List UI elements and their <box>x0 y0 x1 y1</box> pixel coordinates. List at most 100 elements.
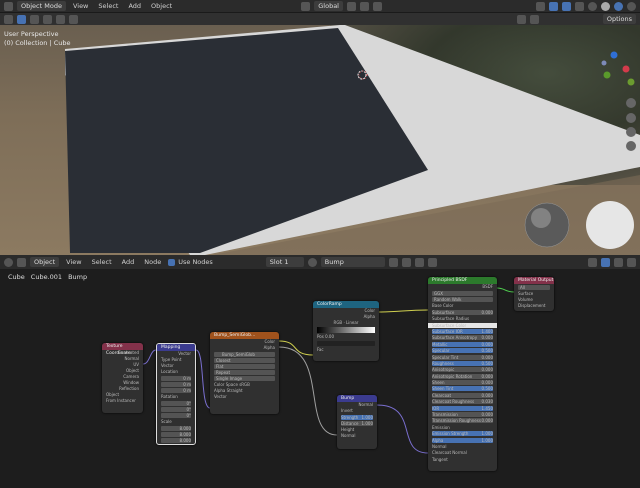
bsdf-input-row[interactable]: Anisotropic 0.000 <box>432 367 493 373</box>
rotation-y-field[interactable]: 0° <box>161 407 191 412</box>
bsdf-input-row[interactable]: IOR 1.450 <box>432 405 493 411</box>
projection-dropdown[interactable]: Flat <box>214 364 275 369</box>
shading-solid-icon[interactable] <box>601 1 610 11</box>
snap-icon[interactable] <box>360 1 369 11</box>
editor-type-icon[interactable] <box>4 1 13 11</box>
camera-view-icon[interactable] <box>626 127 636 137</box>
bsdf-input-row[interactable]: Anisotropic Rotation 0.000 <box>432 373 493 379</box>
perspective-toggle-icon[interactable] <box>626 141 636 151</box>
bsdf-input-row[interactable]: Clearcoat 0.000 <box>432 392 493 398</box>
select-mode-new-icon[interactable] <box>17 14 26 24</box>
node-texture-coordinate[interactable]: Texture Coordinate Generated Normal UV O… <box>102 343 143 413</box>
select-box-icon[interactable] <box>4 14 13 24</box>
bsdf-input-value: 0.000 <box>481 418 493 424</box>
colorramp-mode-row[interactable]: RGB · Linear <box>313 320 379 326</box>
shader-editor[interactable]: Object View Select Add Node Use Nodes Sl… <box>0 255 640 488</box>
toggle-icon[interactable] <box>529 14 539 24</box>
select-mode-extend-icon[interactable] <box>30 14 39 24</box>
bsdf-input-row[interactable]: Normal <box>428 444 497 449</box>
input-socket[interactable]: Normal <box>337 433 377 439</box>
bsdf-input-row[interactable]: Subsurface IOR 1.400 <box>432 328 493 334</box>
bsdf-input-row[interactable]: Subsurface 0.000 <box>432 309 493 315</box>
shading-rendered-icon[interactable] <box>627 1 636 11</box>
mapping-type-dropdown[interactable]: Point <box>171 357 181 362</box>
overlay-icon[interactable] <box>562 1 571 11</box>
bsdf-input-row[interactable]: Clearcoat Normal <box>428 450 497 455</box>
scale-x-field[interactable]: 8.000 <box>161 426 191 431</box>
bsdf-input-row[interactable]: Transmission Roughness 0.000 <box>432 418 493 424</box>
node-mapping[interactable]: Mapping Vector Type Point Vector Locatio… <box>156 343 196 445</box>
node-principled-bsdf[interactable]: Principled BSDF BSDF GGX Random Walk Bas… <box>428 277 497 471</box>
bsdf-input-row[interactable]: Metallic 0.000 <box>432 341 493 347</box>
location-x-field[interactable]: 0 m <box>161 376 191 381</box>
options-dropdown[interactable]: Options <box>602 14 636 24</box>
colorramp-pos-row[interactable]: Pos 0.00 <box>313 334 379 340</box>
pan-icon[interactable] <box>626 113 636 123</box>
transform-orientation-icon[interactable] <box>301 1 311 11</box>
input-socket[interactable]: Fac <box>313 347 379 353</box>
output-target-dropdown[interactable]: All <box>518 285 550 290</box>
node-material-output[interactable]: Material Output All Surface Volume Displ… <box>514 277 554 311</box>
bsdf-input-row[interactable]: Specular 0.500 <box>432 348 493 354</box>
extension-dropdown[interactable]: Repeat <box>214 370 275 375</box>
location-z-field[interactable]: 0 m <box>161 388 191 393</box>
zoom-icon[interactable] <box>626 98 636 108</box>
rotation-z-field[interactable]: 0° <box>161 413 191 418</box>
input-socket[interactable]: Vector <box>210 394 279 400</box>
node-image-texture[interactable]: Bump_SemiGlob... Color Alpha Bump_SemiGl… <box>210 332 279 414</box>
invert-checkbox[interactable]: Invert <box>337 408 377 414</box>
mode-dropdown[interactable]: Object Mode <box>17 1 66 11</box>
select-mode-invert-icon[interactable] <box>56 14 65 24</box>
bsdf-input-row[interactable]: Emission <box>428 425 497 430</box>
shading-wireframe-icon[interactable] <box>588 1 597 11</box>
bsdf-input-row[interactable]: Roughness 0.500 <box>432 360 493 366</box>
xray-icon[interactable] <box>575 1 584 11</box>
input-socket[interactable]: Displacement <box>514 303 554 309</box>
gizmo-icon[interactable] <box>549 1 558 11</box>
distribution-dropdown[interactable]: GGX <box>432 291 493 296</box>
colorramp-color-swatch[interactable] <box>317 341 375 346</box>
rotation-x-field[interactable]: 0° <box>161 401 191 406</box>
distance-field[interactable]: Distance 1.000 <box>341 421 373 426</box>
output-socket[interactable]: BSDF <box>428 284 497 290</box>
bsdf-input-label: Subsurface Color <box>432 322 467 328</box>
bsdf-input-row[interactable]: Base Color <box>428 303 497 308</box>
pivot-icon[interactable] <box>347 1 356 11</box>
menu-object[interactable]: Object <box>146 2 177 10</box>
bsdf-input-row[interactable]: Alpha 1.000 <box>432 437 493 443</box>
node-bump[interactable]: Bump Normal Invert Strength 1.000 Distanc… <box>337 395 377 449</box>
bsdf-input-row[interactable]: Subsurface Color <box>428 322 497 328</box>
scale-z-field[interactable]: 8.000 <box>161 438 191 443</box>
scale-y-field[interactable]: 8.000 <box>161 432 191 437</box>
3d-viewport[interactable]: User Perspective (0) Collection | Cube <box>0 25 640 255</box>
source-dropdown[interactable]: Single Image <box>214 376 275 381</box>
select-mode-subtract-icon[interactable] <box>43 14 52 24</box>
subsurface-method-dropdown[interactable]: Random Walk <box>432 297 493 302</box>
shading-material-icon[interactable] <box>614 1 623 11</box>
menu-add[interactable]: Add <box>123 2 146 10</box>
location-y-field[interactable]: 0 m <box>161 382 191 387</box>
from-instancer-checkbox[interactable]: From Instancer <box>102 398 143 404</box>
interpolation-dropdown[interactable]: Closest <box>214 358 275 363</box>
bsdf-input-row[interactable]: Subsurface Anisotropy 0.000 <box>432 335 493 341</box>
proportional-edit-icon[interactable] <box>373 1 382 11</box>
bsdf-input-row[interactable]: Sheen Tint 0.500 <box>432 386 493 392</box>
menu-select[interactable]: Select <box>93 2 123 10</box>
select-mode-intersect-icon[interactable] <box>69 14 78 24</box>
transform-orientation-dropdown[interactable]: Global <box>314 1 343 11</box>
bsdf-input-row[interactable]: Sheen 0.000 <box>432 380 493 386</box>
bsdf-input-row[interactable]: Emission Strength 1.000 <box>432 431 493 437</box>
image-file-field[interactable]: Bump_SemiGlob <box>214 352 275 357</box>
visibility-icon[interactable] <box>536 1 545 11</box>
menu-view[interactable]: View <box>68 2 93 10</box>
colorramp-gradient[interactable] <box>317 327 375 333</box>
bsdf-input-row[interactable]: Clearcoat Roughness 0.030 <box>432 399 493 405</box>
strength-field[interactable]: Strength 1.000 <box>341 415 373 420</box>
bsdf-input-row[interactable]: Subsurface Radius <box>428 316 497 321</box>
bsdf-input-row[interactable]: Specular Tint 0.000 <box>432 354 493 360</box>
output-socket[interactable]: Alpha <box>210 345 279 351</box>
bsdf-input-row[interactable]: Transmission 0.000 <box>432 412 493 418</box>
bsdf-input-row[interactable]: Tangent <box>428 457 497 462</box>
node-colorramp[interactable]: ColorRamp Color Alpha RGB · Linear Pos 0… <box>313 301 379 361</box>
filter-icon[interactable] <box>516 14 526 24</box>
